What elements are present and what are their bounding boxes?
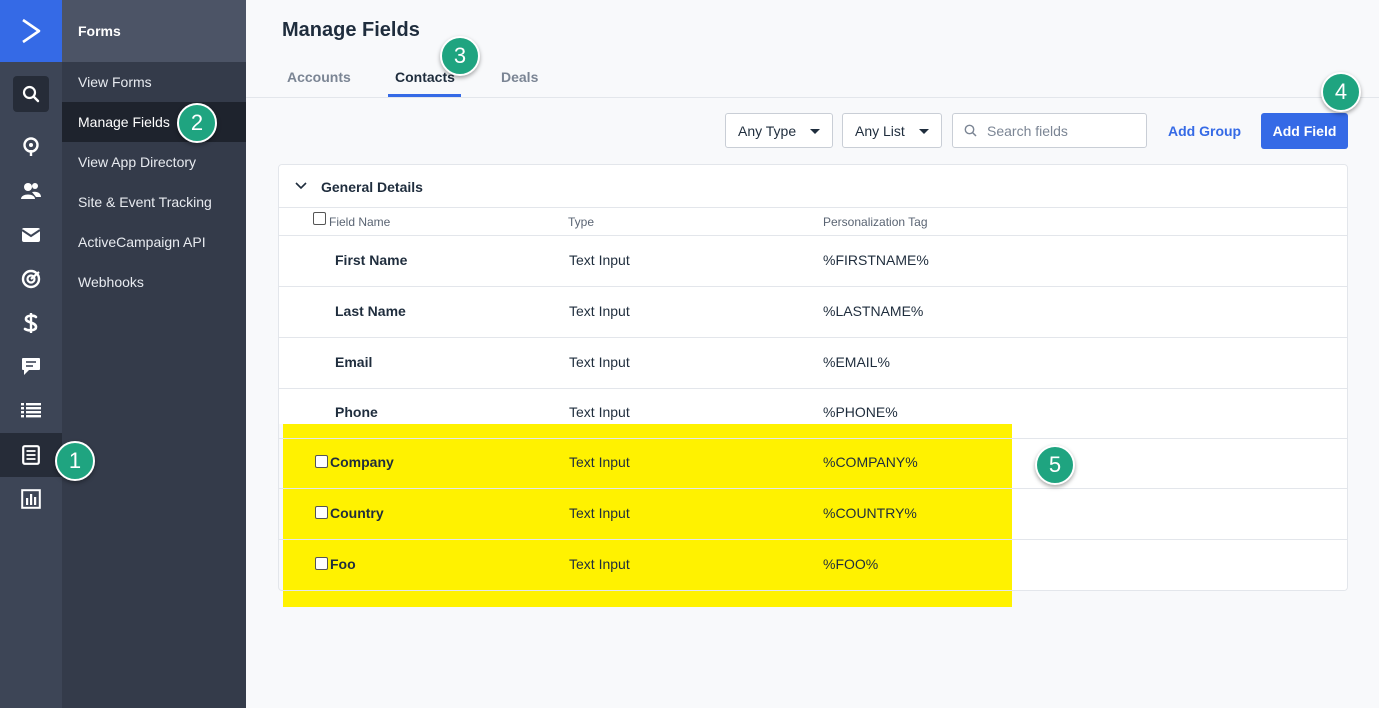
search-icon bbox=[964, 124, 977, 137]
field-name: Company bbox=[330, 454, 394, 470]
field-name: Country bbox=[330, 505, 384, 521]
row-checkbox[interactable] bbox=[315, 506, 328, 519]
field-name: Last Name bbox=[335, 303, 406, 319]
field-tag: %LASTNAME% bbox=[823, 303, 924, 319]
table-row[interactable]: Email Text Input %EMAIL% bbox=[279, 338, 1347, 389]
table-row[interactable]: Country Text Input %COUNTRY% bbox=[279, 489, 1347, 540]
list-filter-select[interactable]: Any List bbox=[842, 113, 942, 148]
field-tag: %FIRSTNAME% bbox=[823, 252, 929, 268]
table-row[interactable]: First Name Text Input %FIRSTNAME% bbox=[279, 236, 1347, 287]
column-header-personalization-tag: Personalization Tag bbox=[823, 215, 928, 229]
active-tab-indicator bbox=[388, 94, 461, 97]
list-icon[interactable] bbox=[13, 392, 49, 428]
group-title: General Details bbox=[321, 179, 423, 195]
search-fields-input[interactable] bbox=[987, 114, 1142, 147]
target-icon[interactable] bbox=[13, 261, 49, 297]
row-checkbox[interactable] bbox=[315, 557, 328, 570]
subnav-item-webhooks[interactable]: Webhooks bbox=[62, 262, 246, 302]
row-checkbox[interactable] bbox=[315, 455, 328, 468]
field-type: Text Input bbox=[569, 354, 630, 370]
contacts-icon[interactable] bbox=[13, 173, 49, 209]
table-row[interactable]: Last Name Text Input %LASTNAME% bbox=[279, 287, 1347, 338]
field-type: Text Input bbox=[569, 252, 630, 268]
type-filter-value: Any Type bbox=[738, 122, 797, 139]
field-type: Text Input bbox=[569, 303, 630, 319]
callout-badge-5: 5 bbox=[1035, 445, 1075, 485]
field-tag: %EMAIL% bbox=[823, 354, 890, 370]
callout-badge-2: 2 bbox=[177, 103, 217, 143]
group-header[interactable]: General Details bbox=[279, 165, 1347, 208]
field-name: First Name bbox=[335, 252, 408, 268]
location-pin-icon[interactable] bbox=[13, 129, 49, 165]
subnav-item-view-forms[interactable]: View Forms bbox=[62, 62, 246, 102]
subnav-item-view-app-directory[interactable]: View App Directory bbox=[62, 142, 246, 182]
callout-badge-1: 1 bbox=[55, 441, 95, 481]
type-filter-select[interactable]: Any Type bbox=[725, 113, 833, 148]
chevron-down-icon[interactable] bbox=[295, 182, 307, 190]
dollar-icon[interactable] bbox=[13, 305, 49, 341]
bar-chart-icon[interactable] bbox=[13, 481, 49, 517]
table-row[interactable]: Foo Text Input %FOO% bbox=[279, 540, 1347, 590]
icon-rail bbox=[0, 0, 62, 708]
subnav-item-site-event-tracking[interactable]: Site & Event Tracking bbox=[62, 182, 246, 222]
field-type: Text Input bbox=[569, 556, 630, 572]
field-name: Foo bbox=[330, 556, 356, 572]
chat-icon[interactable] bbox=[13, 348, 49, 384]
field-tag: %COUNTRY% bbox=[823, 505, 917, 521]
tab-accounts[interactable]: Accounts bbox=[287, 69, 351, 85]
field-tag: %COMPANY% bbox=[823, 454, 918, 470]
field-tag: %FOO% bbox=[823, 556, 879, 572]
column-header-field-name: Field Name bbox=[329, 215, 391, 229]
table-row[interactable]: Phone Text Input %PHONE% bbox=[279, 388, 1347, 439]
subnav-item-manage-fields[interactable]: Manage Fields bbox=[62, 102, 246, 142]
add-field-button[interactable]: Add Field bbox=[1261, 113, 1348, 149]
logo-chevron-icon[interactable] bbox=[0, 0, 62, 62]
field-name: Email bbox=[335, 354, 373, 370]
tab-deals[interactable]: Deals bbox=[501, 69, 538, 85]
select-all-checkbox[interactable] bbox=[313, 212, 326, 225]
field-name: Phone bbox=[335, 404, 378, 420]
search-icon[interactable] bbox=[13, 76, 49, 112]
page-title: Manage Fields bbox=[282, 19, 420, 41]
table-column-header: Field Name Type Personalization Tag bbox=[279, 208, 1347, 236]
caret-down-icon bbox=[919, 129, 929, 134]
field-tag: %PHONE% bbox=[823, 404, 898, 420]
fields-table-card: General Details Field Name Type Personal… bbox=[278, 164, 1348, 591]
field-type: Text Input bbox=[569, 454, 630, 470]
tab-contacts[interactable]: Contacts bbox=[395, 69, 455, 85]
callout-badge-4: 4 bbox=[1321, 72, 1361, 112]
column-header-type: Type bbox=[568, 215, 595, 229]
subnav-item-activecampaign-api[interactable]: ActiveCampaign API bbox=[62, 222, 246, 262]
caret-down-icon bbox=[810, 129, 820, 134]
search-field-box bbox=[952, 113, 1147, 148]
tab-bar: Manage Fields Accounts Contacts Deals bbox=[246, 0, 1379, 98]
forms-subnav: Forms View Forms Manage Fields View App … bbox=[62, 0, 246, 708]
subnav-section-title: Forms bbox=[62, 0, 246, 62]
forms-icon[interactable] bbox=[0, 433, 62, 477]
table-row[interactable]: Company Text Input %COMPANY% bbox=[279, 438, 1347, 489]
add-group-button[interactable]: Add Group bbox=[1168, 123, 1241, 139]
callout-badge-3: 3 bbox=[440, 36, 480, 76]
envelope-icon[interactable] bbox=[13, 217, 49, 253]
field-type: Text Input bbox=[569, 404, 630, 420]
list-filter-value: Any List bbox=[855, 122, 905, 139]
main-content: Manage Fields Accounts Contacts Deals An… bbox=[246, 0, 1379, 708]
field-type: Text Input bbox=[569, 505, 630, 521]
